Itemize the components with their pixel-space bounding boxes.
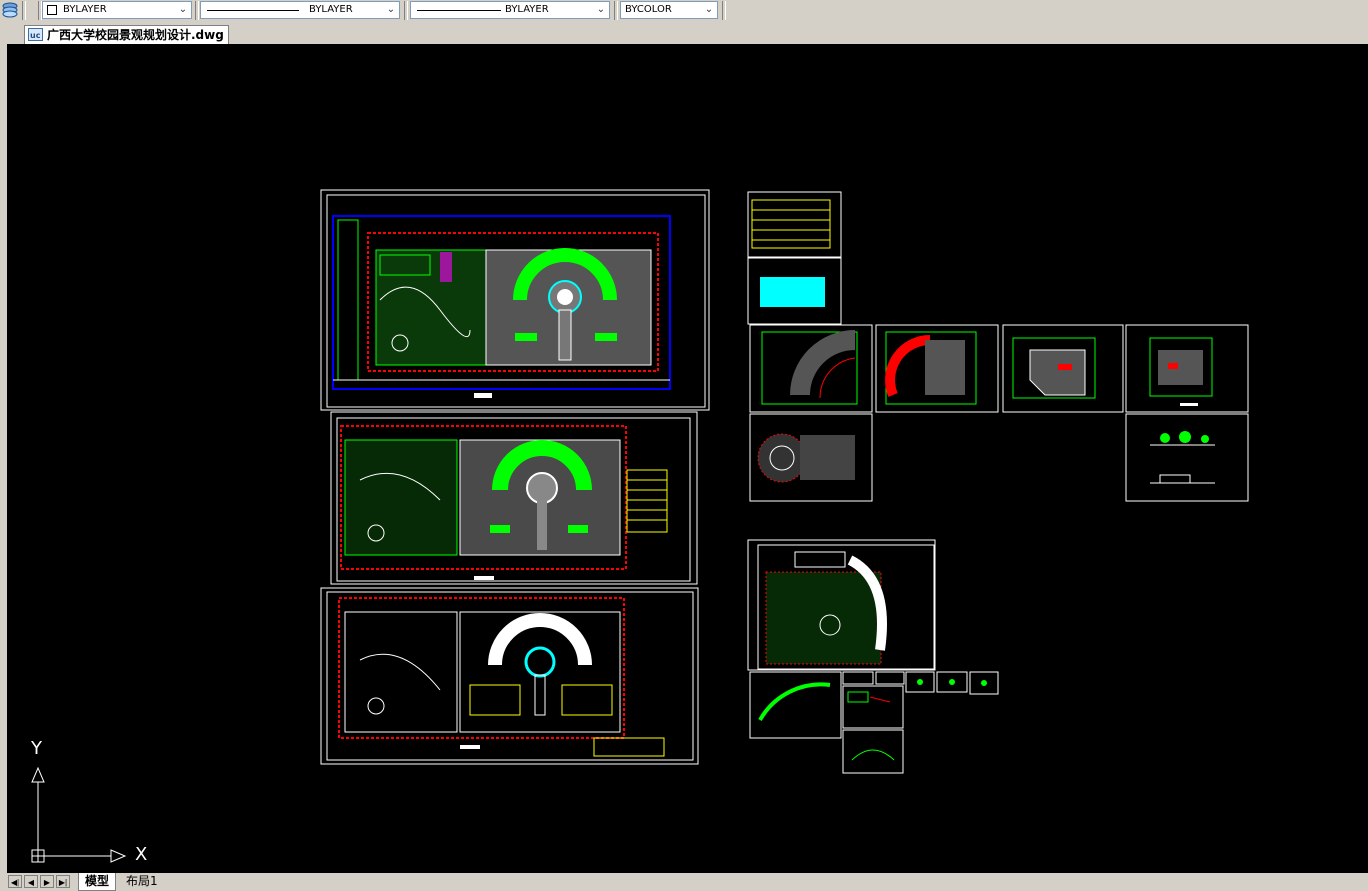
lineweight-preview [417,10,501,11]
sheet-table-1 [747,191,842,258]
sheet-detail-1 [749,324,873,413]
sheet-master-plan [320,189,710,411]
sheet-detail-3 [1002,324,1124,413]
toolbar-separator [614,1,618,20]
sheet-enlarged-plan [747,539,936,671]
layout-tab-bar: ◀| ◀ ▶ ▶| 模型 布局1 [0,873,1368,891]
toolbar-separator [22,1,26,20]
plotstyle-combo-value: BYCOLOR [625,4,672,15]
drawing-canvas[interactable]: Y X [7,44,1368,873]
sheet-layout-plan [320,587,699,765]
model-space [31,189,1249,863]
ucs-y-label: Y [31,738,42,759]
ucs-icon [31,766,127,863]
sheet-small-details [749,671,999,774]
document-tab[interactable]: uc 广西大学校园景观规划设计.dwg [24,25,229,44]
layers-icon[interactable] [0,0,20,20]
tab-model[interactable]: 模型 [78,873,117,891]
next-tab-icon[interactable]: ▶ [40,875,54,888]
linetype-combo[interactable]: BYLAYER ⌄ [200,1,400,19]
ucs-x-label: X [135,844,148,865]
color-combo[interactable]: BYLAYER ⌄ [42,1,192,19]
chevron-down-icon[interactable]: ⌄ [175,2,191,18]
chevron-down-icon[interactable]: ⌄ [383,2,399,18]
toolbar-separator [722,1,726,20]
sheet-planting-plan [330,411,698,585]
sheet-detail-4 [1125,324,1249,413]
sheet-table-2 [747,257,842,325]
dwg-file-icon: uc [28,28,43,41]
toolbar-separator [195,1,199,20]
svg-text:uc: uc [30,31,41,40]
sheet-detail-fountain [749,413,873,502]
last-tab-icon[interactable]: ▶| [56,875,70,888]
tab-layout1[interactable]: 布局1 [126,873,158,890]
linetype-preview [207,10,299,11]
lineweight-combo-value: BYLAYER [505,4,549,15]
prev-tab-icon[interactable]: ◀ [24,875,38,888]
properties-toolbar: BYLAYER ⌄ BYLAYER ⌄ BYLAYER ⌄ BYCOLOR ⌄ [0,0,1368,23]
document-tab-strip: uc 广西大学校园景观规划设计.dwg [0,22,1368,44]
document-tab-title: 广西大学校园景观规划设计.dwg [47,28,224,42]
first-tab-icon[interactable]: ◀| [8,875,22,888]
chevron-down-icon[interactable]: ⌄ [701,2,717,18]
sheet-elevation [1125,413,1249,502]
sheet-detail-2 [875,324,999,413]
toolbar-separator [404,1,408,20]
canvas-left-frame [0,44,7,873]
linetype-combo-value: BYLAYER [309,4,353,15]
plotstyle-combo[interactable]: BYCOLOR ⌄ [620,1,718,19]
color-combo-value: BYLAYER [63,4,107,15]
chevron-down-icon[interactable]: ⌄ [593,2,609,18]
color-swatch-icon [47,5,57,15]
lineweight-combo[interactable]: BYLAYER ⌄ [410,1,610,19]
